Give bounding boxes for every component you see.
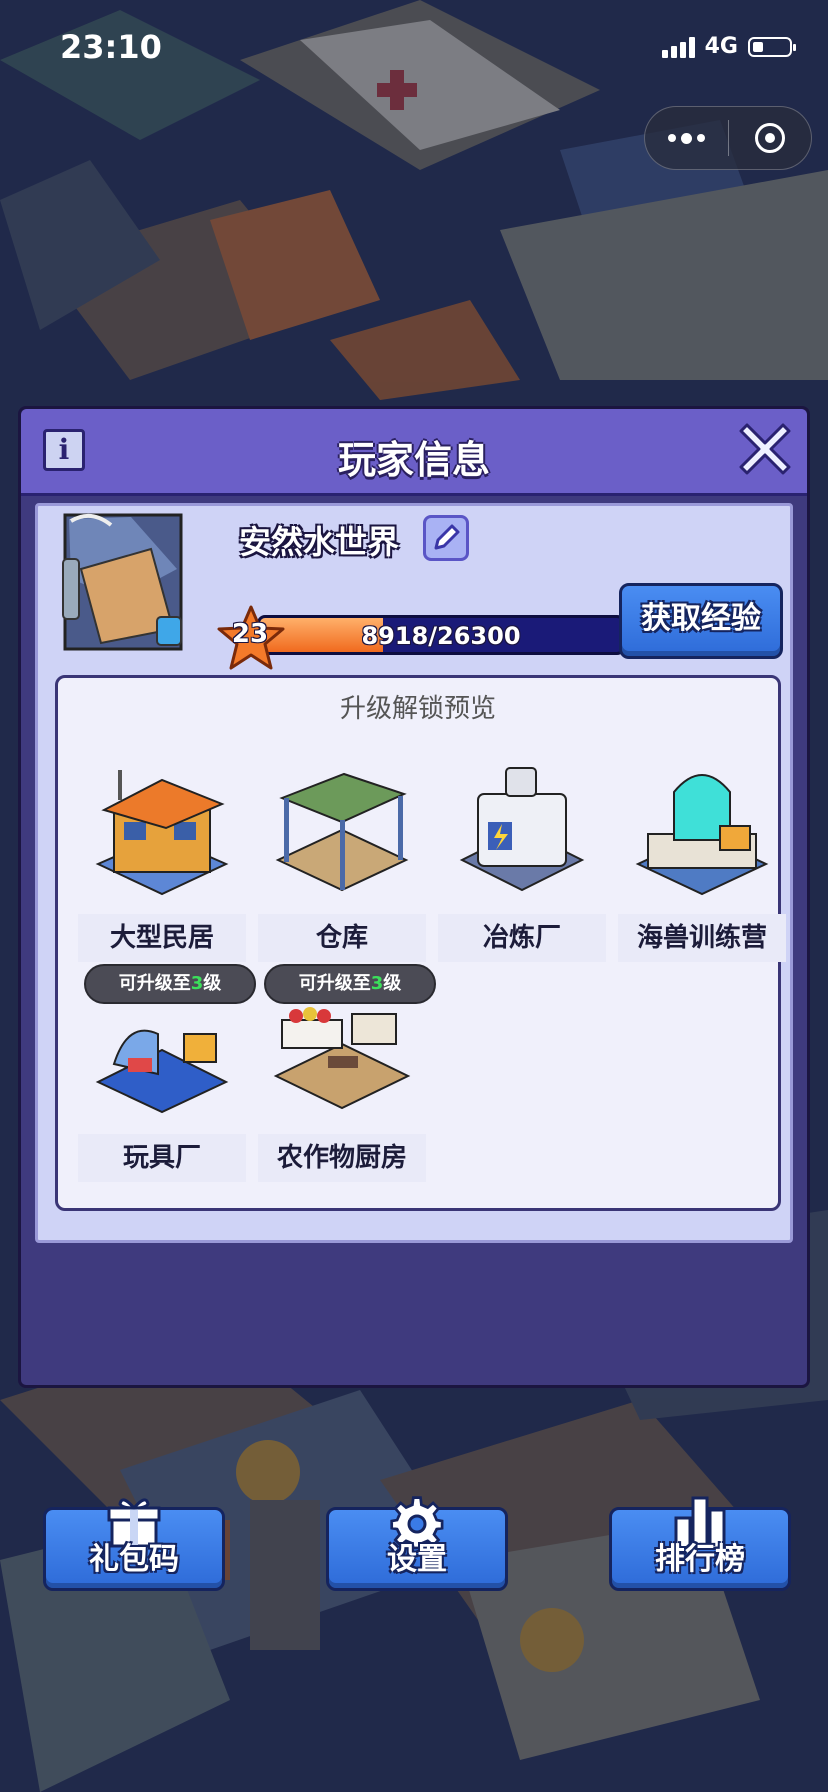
signal-icon (661, 36, 695, 58)
more-menu-button[interactable] (645, 107, 728, 169)
upgrade-badge: 可升级至3级 (84, 964, 256, 1004)
dialog-header: i 玩家信息 (21, 409, 807, 496)
close-icon[interactable] (737, 421, 793, 477)
target-icon (754, 123, 785, 153)
network-type: 4G (704, 34, 738, 59)
gift-code-label: 礼包码 (89, 1542, 179, 1577)
smelter-icon (459, 767, 585, 892)
settings-button[interactable]: 设置 (326, 1496, 508, 1591)
building-smelter[interactable]: 冶炼厂 (438, 764, 606, 974)
gift-code-button[interactable]: 礼包码 (43, 1498, 225, 1591)
settings-label: 设置 (387, 1542, 447, 1577)
player-level: 23 (231, 619, 269, 649)
experience-bar: 8918/26300 (257, 615, 625, 655)
leaderboard-label: 排行榜 (655, 1542, 745, 1577)
building-toy-factory[interactable]: 可升级至3级 玩具厂 (78, 964, 256, 1194)
building-sea-beast-camp[interactable]: 海兽训练营 (618, 764, 786, 974)
large-house-icon (95, 770, 229, 896)
experience-text: 8918/26300 (361, 622, 521, 650)
sea-beast-camp-icon (635, 774, 769, 896)
badge-level: 3 (370, 973, 384, 994)
building-label: 冶炼厂 (438, 914, 606, 962)
dialog-title: 玩家信息 (337, 438, 490, 482)
building-label: 农作物厨房 (258, 1134, 426, 1182)
player-avatar[interactable] (61, 509, 185, 657)
building-label: 大型民居 (78, 914, 246, 962)
building-label: 仓库 (258, 914, 426, 962)
battery-icon (748, 36, 796, 57)
badge-prefix: 可升级至 (118, 973, 191, 994)
status-time: 23:10 (60, 28, 162, 66)
more-dots-icon (667, 132, 705, 144)
close-miniprogram-button[interactable] (729, 107, 812, 169)
leaderboard-button[interactable]: 排行榜 (609, 1496, 791, 1591)
building-crop-kitchen[interactable]: 可升级至3级 农作物厨房 (258, 964, 436, 1194)
status-indicators: 4G (661, 34, 796, 59)
pencil-icon (434, 524, 460, 550)
get-experience-button[interactable]: 获取经验 (619, 583, 783, 659)
toy-factory-icon (95, 1029, 229, 1114)
building-warehouse[interactable]: 仓库 (258, 764, 426, 974)
player-name: 安然水世界 (239, 523, 400, 561)
building-label: 玩具厂 (78, 1134, 246, 1182)
badge-level: 3 (190, 973, 204, 994)
upgrade-unlock-preview: 升级解锁预览 大型民居 仓库 冶炼厂 海兽训练营 可升级至3级 玩具厂 可升级至… (55, 675, 786, 1211)
building-label: 海兽训练营 (618, 914, 786, 962)
warehouse-icon (275, 772, 409, 892)
preview-title: 升级解锁预览 (339, 694, 496, 724)
building-large-house[interactable]: 大型民居 (78, 764, 246, 974)
miniprogram-capsule (644, 106, 812, 170)
upgrade-badge: 可升级至3级 (264, 964, 436, 1004)
edit-name-button[interactable] (423, 515, 469, 561)
crop-kitchen-icon (273, 1007, 411, 1110)
badge-suffix: 级 (383, 973, 402, 994)
badge-prefix: 可升级至 (298, 973, 371, 994)
player-info-dialog: i 玩家信息 安然水世界 8918/26300 23 获取经验 升级解锁预览 大… (18, 406, 810, 1591)
badge-suffix: 级 (203, 973, 222, 994)
